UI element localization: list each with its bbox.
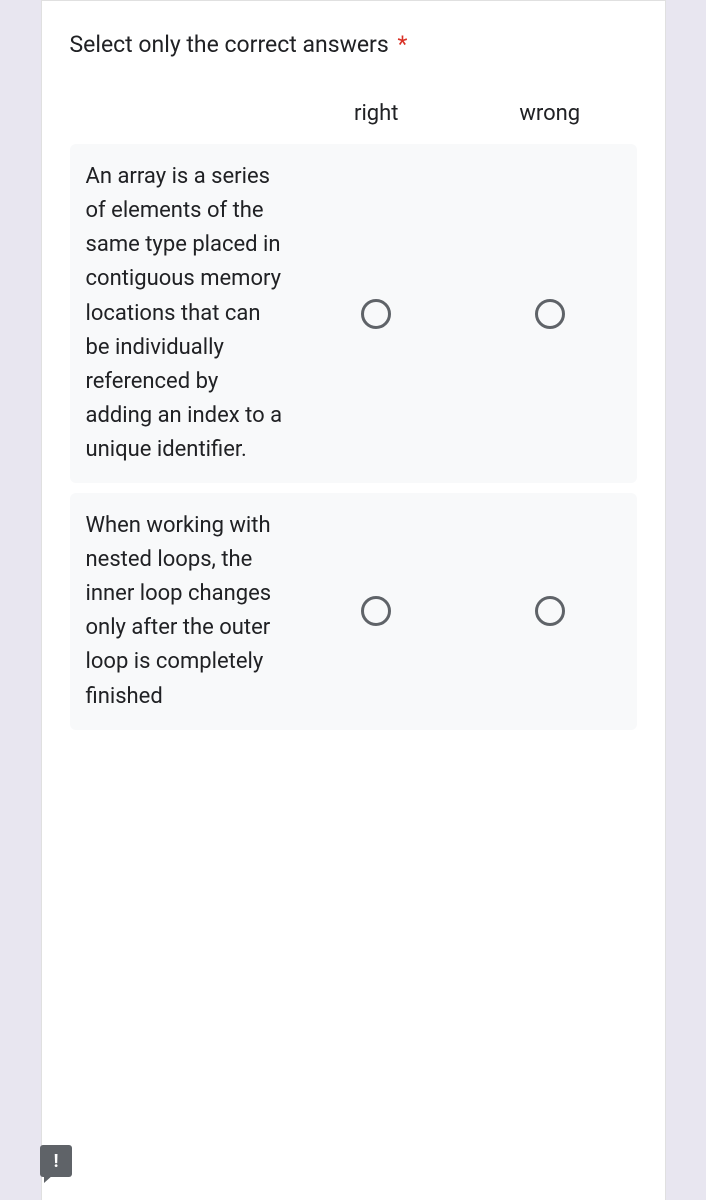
radio-right-row1[interactable] xyxy=(361,299,391,329)
question-title: Select only the correct answers * xyxy=(70,29,637,61)
question-title-text: Select only the correct answers xyxy=(70,31,389,58)
row-label: An array is a series of elements of the … xyxy=(86,160,290,467)
radio-wrong-row2[interactable] xyxy=(535,596,565,626)
column-header-right: right xyxy=(290,101,464,126)
grid-row: An array is a series of elements of the … xyxy=(70,144,637,483)
grid-header-spacer xyxy=(70,101,290,126)
radio-cell xyxy=(290,596,464,626)
grid-row: When working with nested loops, the inne… xyxy=(70,493,637,730)
feedback-icon[interactable]: ! xyxy=(40,1145,72,1177)
radio-right-row2[interactable] xyxy=(361,596,391,626)
exclamation-icon: ! xyxy=(54,1151,59,1172)
radio-cell xyxy=(290,299,464,329)
column-header-wrong: wrong xyxy=(463,101,637,126)
radio-cell xyxy=(463,299,637,329)
required-asterisk: * xyxy=(397,31,407,58)
radio-cell xyxy=(463,596,637,626)
radio-wrong-row1[interactable] xyxy=(535,299,565,329)
grid-header: right wrong xyxy=(70,101,637,126)
question-card: Select only the correct answers * right … xyxy=(41,0,666,1200)
row-label: When working with nested loops, the inne… xyxy=(86,509,290,714)
